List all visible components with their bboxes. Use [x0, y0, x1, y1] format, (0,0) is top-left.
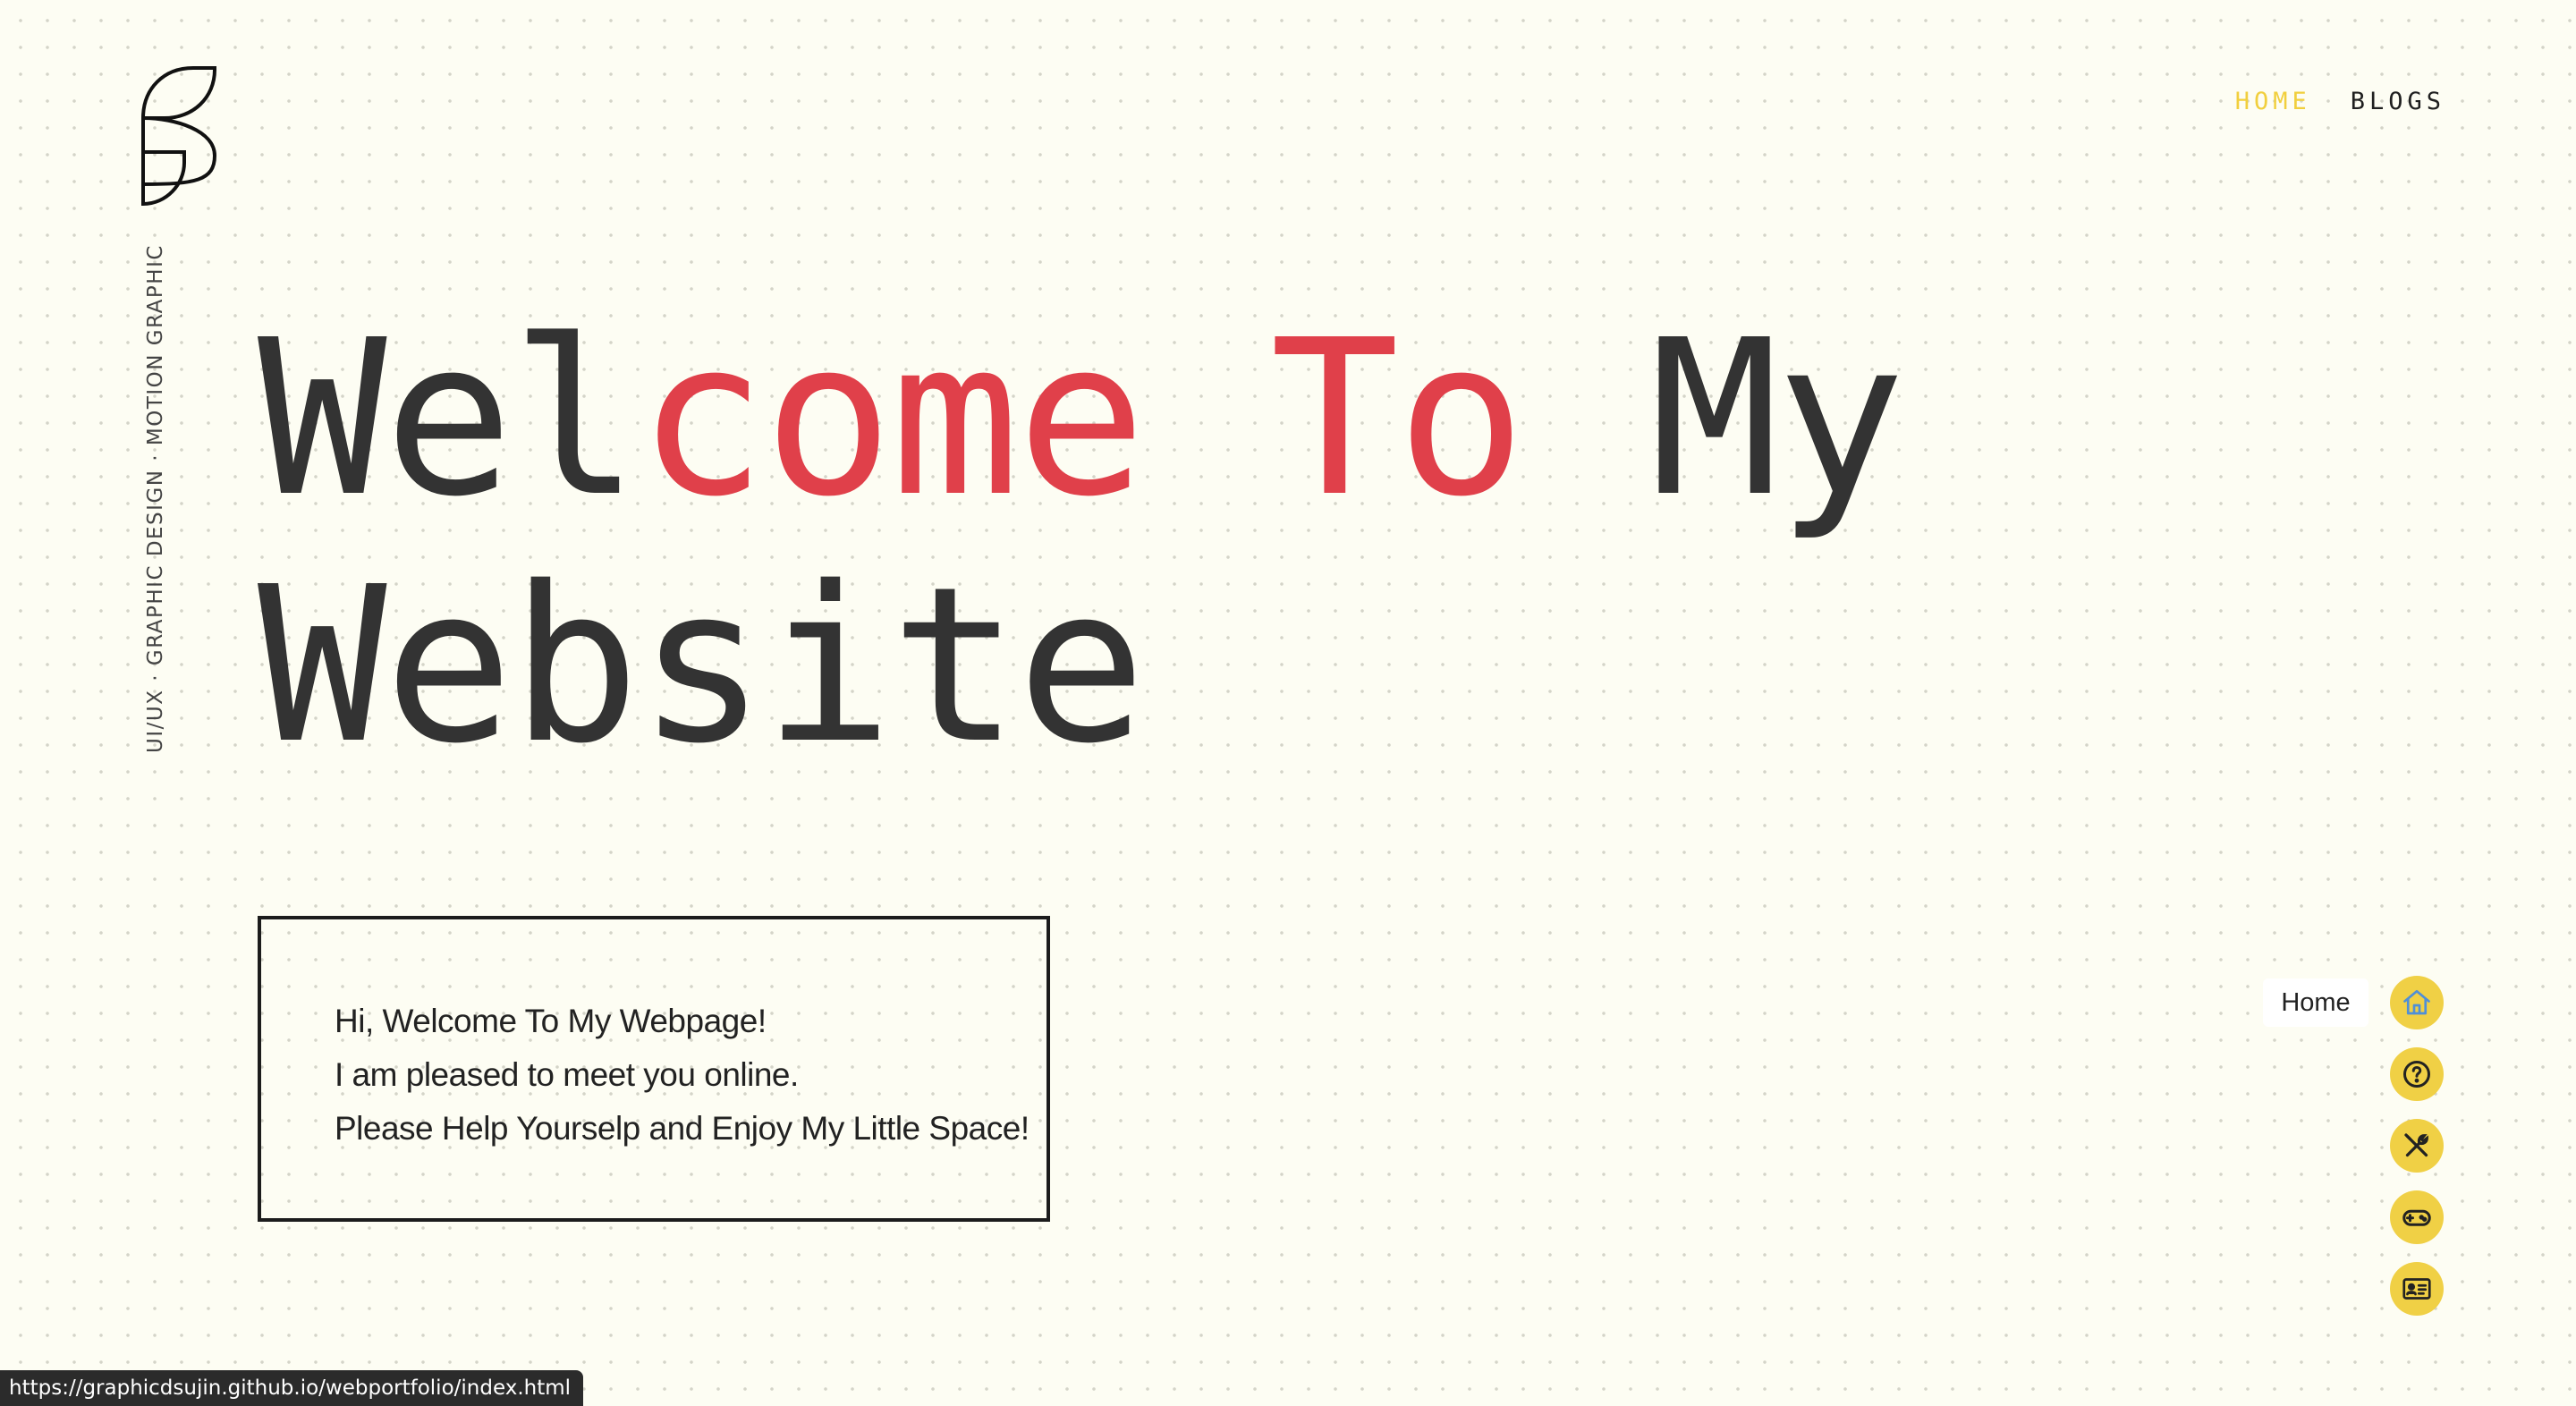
side-nav-tooltip: Home: [2263, 978, 2368, 1027]
side-nav-home-button[interactable]: [2390, 976, 2444, 1029]
top-nav: HOME BLOGS: [2235, 86, 2445, 118]
side-nav-about-button[interactable]: [2390, 1047, 2444, 1101]
gamepad-icon: [2402, 1209, 2431, 1226]
question-circle-icon: [2403, 1061, 2430, 1088]
site-logo[interactable]: [141, 66, 216, 206]
link-status-bar: https://graphicdsujin.github.io/webportf…: [0, 1370, 584, 1406]
intro-line-3: Please Help Yourselp and Enjoy My Little…: [335, 1110, 1030, 1147]
hero-line1-red: come To: [637, 293, 1525, 544]
id-card-icon: [2402, 1278, 2431, 1300]
nav-blogs-link[interactable]: BLOGS: [2351, 86, 2445, 118]
tools-icon: [2404, 1133, 2428, 1157]
side-nav-games-button[interactable]: [2390, 1190, 2444, 1244]
home-icon: [2403, 989, 2430, 1015]
hero-line2: Website: [258, 540, 1146, 791]
hero-line1-dark-end: My: [1522, 293, 1905, 544]
side-nav-skills-button[interactable]: [2390, 1119, 2444, 1173]
vertical-tagline: UI/UX · GRAPHIC DESIGN · MOTION GRAPHIC: [144, 244, 167, 753]
intro-line-2: I am pleased to meet you online.: [335, 1056, 799, 1093]
intro-line-1: Hi, Welcome To My Webpage!: [335, 1003, 767, 1039]
intro-box: Hi, Welcome To My Webpage! I am pleased …: [258, 916, 1050, 1222]
hero-line1-dark: Wel: [258, 293, 640, 544]
side-nav: [2390, 976, 2444, 1316]
nav-home-link[interactable]: HOME: [2235, 86, 2311, 118]
side-nav-contact-button[interactable]: [2390, 1262, 2444, 1316]
hero-heading: Welcome To My Website: [258, 293, 1905, 791]
